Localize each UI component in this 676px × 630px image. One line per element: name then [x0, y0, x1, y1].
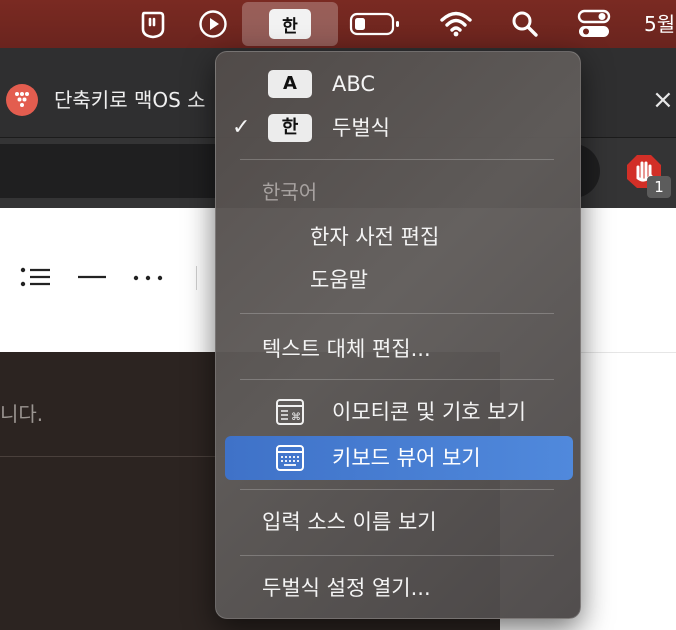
control-center-icon[interactable]	[574, 0, 614, 48]
menu-item-text-replacement-label: 텍스트 대체 편집...	[262, 337, 431, 361]
more-options-icon[interactable]	[132, 262, 164, 292]
menu-separator	[240, 313, 554, 314]
battery-icon[interactable]	[348, 0, 402, 48]
menu-item-show-source-name-label: 입력 소스 이름 보기	[262, 510, 437, 534]
menu-item-hanja-dictionary[interactable]: 한자 사전 편집	[216, 215, 582, 259]
tab-favicon-icon	[6, 84, 38, 116]
keyboard-viewer-icon	[276, 445, 304, 471]
menubar-clock[interactable]: 5월	[644, 0, 675, 48]
menu-item-open-settings-label: 두벌식 설정 열기...	[262, 576, 431, 600]
menu-item-dubeolsik[interactable]: ✓ 한 두벌식	[216, 106, 582, 150]
menu-item-keyboard-label: 키보드 뷰어 보기	[332, 446, 481, 470]
menu-item-keyboard-viewer[interactable]: 키보드 뷰어 보기	[216, 436, 582, 480]
svg-text:⌘: ⌘	[291, 412, 301, 423]
toolbar-divider	[196, 266, 197, 290]
menu-separator	[240, 159, 554, 160]
section-title: 한국어	[262, 180, 318, 204]
tab-close-icon[interactable]: ×	[652, 84, 676, 116]
menu-item-text-replacement[interactable]: 텍스트 대체 편집...	[216, 327, 582, 371]
menu-bar: 한 5월	[0, 0, 676, 48]
horizontal-rule-icon[interactable]	[76, 262, 108, 292]
extension-count-badge: 1	[647, 176, 671, 198]
wifi-icon[interactable]	[438, 0, 474, 48]
hangul-badge: 한	[268, 114, 312, 142]
menu-item-help-label: 도움말	[310, 268, 368, 292]
menu-item-abc-label: ABC	[332, 72, 376, 96]
input-source-badge: 한	[269, 9, 311, 39]
menu-separator	[240, 379, 554, 380]
menu-item-dubeolsik-label: 두벌식	[332, 116, 390, 140]
menu-item-emoji-label: 이모티콘 및 기호 보기	[332, 400, 526, 424]
abc-badge: A	[268, 70, 312, 98]
checkmark-icon: ✓	[232, 115, 251, 140]
emoji-viewer-icon: ⌘	[276, 399, 304, 425]
input-source-indicator[interactable]: 한	[268, 0, 312, 48]
input-source-menu: A ABC ✓ 한 두벌식 한국어 한자 사전 편집 도움말 텍스트 대체 편집…	[215, 51, 581, 619]
clipboard-icon[interactable]	[136, 0, 170, 48]
menu-item-emoji-viewer[interactable]: ⌘ 이모티콘 및 기호 보기	[216, 390, 582, 434]
menu-item-show-source-name[interactable]: 입력 소스 이름 보기	[216, 500, 582, 544]
menu-item-help[interactable]: 도움말	[216, 258, 582, 302]
play-icon[interactable]	[196, 0, 230, 48]
section-header-korean: 한국어	[216, 170, 582, 214]
menu-separator	[240, 489, 554, 490]
menu-item-abc[interactable]: A ABC	[216, 62, 582, 106]
content-text: 니다.	[0, 402, 44, 426]
tab-title[interactable]: 단축키로 맥OS 소	[54, 84, 214, 116]
menu-item-open-settings[interactable]: 두벌식 설정 열기...	[216, 566, 582, 610]
menu-separator	[240, 555, 554, 556]
bulleted-list-icon[interactable]	[20, 262, 52, 292]
spotlight-search-icon[interactable]	[508, 0, 542, 48]
menu-item-hanja-label: 한자 사전 편집	[310, 225, 440, 249]
